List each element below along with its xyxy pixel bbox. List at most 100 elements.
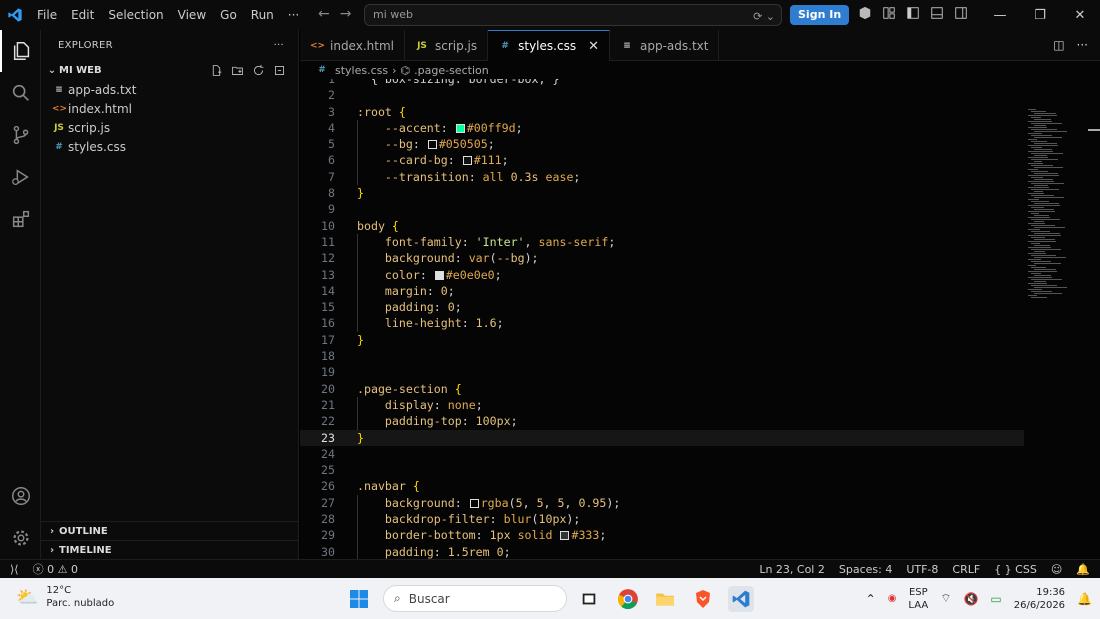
taskbar-search[interactable]: ⌕ Buscar [383,585,567,612]
code-line[interactable]: 21 display: none; [300,396,1024,414]
encoding[interactable]: UTF-8 [906,563,938,576]
code-line[interactable]: 3:root { [300,104,1024,120]
search-icon[interactable] [0,72,41,114]
run-debug-icon[interactable] [0,156,41,198]
code-editor[interactable]: 1 { box-sizing: border-box; } 2 3:root {4 … [300,79,1024,559]
breadcrumb-file[interactable]: styles.css [335,64,388,77]
code-line[interactable]: 12 background: var(--bg); [300,250,1024,267]
tab-styles-css[interactable]: # styles.css ✕ [488,30,610,61]
chrome-icon[interactable] [615,586,641,612]
sign-in-button[interactable]: Sign In [790,5,850,25]
code-line[interactable]: 1 { box-sizing: border-box; } [300,79,1024,87]
battery-icon[interactable]: ▭ [990,592,1001,606]
tab-scrip-js[interactable]: JS scrip.js [405,30,489,61]
file-item[interactable]: JS scrip.js [41,118,298,137]
refresh-icon[interactable] [252,64,265,77]
command-center-search[interactable]: mi web ⟳ ⌄ [364,4,782,26]
menu-more[interactable]: ··· [281,0,306,30]
code-line[interactable]: 30 padding: 1.5rem 0; [300,543,1024,559]
vscode-taskbar-icon[interactable] [728,586,754,612]
task-view-icon[interactable] [576,586,602,612]
indentation[interactable]: Spaces: 4 [839,563,892,576]
code-line[interactable]: 24 [300,446,1024,462]
minimap-slider[interactable] [1088,129,1100,131]
code-line[interactable]: 15 padding: 0; [300,299,1024,316]
cursor-position[interactable]: Ln 23, Col 2 [759,563,825,576]
menu-view[interactable]: View [171,0,213,30]
weather-widget[interactable]: ⛅ 12°C Parc. nublado [16,584,114,610]
menu-selection[interactable]: Selection [101,0,170,30]
menu-file[interactable]: File [30,0,64,30]
code-line[interactable]: 22 padding-top: 100px; [300,413,1024,430]
code-line[interactable]: 6 --card-bg: #111; [300,152,1024,169]
code-line[interactable]: 2 [300,87,1024,103]
layout-customize-icon[interactable] [882,6,896,20]
workspace-folder[interactable]: ⌄ MI WEB [41,60,298,80]
remote-icon[interactable]: ⟩⟨ [10,563,19,576]
code-line[interactable]: 26 .navbar { [300,478,1024,494]
minimize-icon[interactable]: — [980,0,1020,30]
timeline-section[interactable]: › TIMELINE [41,540,299,559]
code-line[interactable]: 18 [300,348,1024,364]
accounts-icon[interactable] [0,475,41,517]
minimap[interactable] [1024,79,1100,559]
language-mode[interactable]: { } CSS [994,563,1037,576]
code-line[interactable]: 5 --bg: #050505; [300,136,1024,153]
copilot-chevron-icon[interactable]: ⟳ ⌄ [753,7,775,27]
input-language[interactable]: ESP LAA [908,586,928,612]
file-item[interactable]: ≡ app-ads.txt [41,80,298,99]
close-window-icon[interactable]: ✕ [1060,0,1100,30]
security-icon[interactable]: ◉ [888,593,897,604]
source-control-icon[interactable] [0,114,41,156]
code-line[interactable]: 7 --transition: all 0.3s ease; [300,168,1024,186]
tab-app-ads-txt[interactable]: ≡ app-ads.txt [610,30,720,61]
line-ending[interactable]: CRLF [952,563,980,576]
back-arrow-icon[interactable]: ← [318,6,330,22]
code-line[interactable]: 16 line-height: 1.6; [300,315,1024,332]
menu-go[interactable]: Go [213,0,244,30]
wifi-icon[interactable]: ⌔ [940,591,951,606]
forward-arrow-icon[interactable]: → [340,6,352,22]
extensions-icon[interactable] [0,198,41,240]
code-line[interactable]: 11 font-family: 'Inter', sans-serif; [300,233,1024,251]
menu-edit[interactable]: Edit [64,0,101,30]
code-line[interactable]: 9 [300,201,1024,217]
split-editor-icon[interactable]: ◫ [1053,38,1064,52]
code-line[interactable]: 27 background: rgba(5, 5, 5, 0.95); [300,494,1024,512]
new-folder-icon[interactable] [231,64,244,77]
brave-browser-icon[interactable] [690,586,716,612]
volume-muted-icon[interactable]: 🔇 [963,592,978,606]
explorer-icon[interactable] [0,30,41,72]
code-line[interactable]: 17} [300,332,1024,348]
file-item[interactable]: # styles.css [41,137,298,156]
code-line[interactable]: 25 [300,462,1024,478]
new-file-icon[interactable] [210,64,223,77]
code-line[interactable]: 4 --accent: #00ff9d; [300,119,1024,137]
code-line[interactable]: 20 .page-section { [300,381,1024,397]
code-line[interactable]: 29 border-bottom: 1px solid #333; [300,527,1024,544]
code-line[interactable]: 14 margin: 0; [300,282,1024,300]
code-line[interactable]: 23} [300,429,1024,446]
code-line[interactable]: 28 backdrop-filter: blur(10px); [300,511,1024,528]
notifications-bell-icon[interactable]: 🔔 [1076,563,1090,576]
restore-icon[interactable]: ❐ [1020,0,1060,30]
clock[interactable]: 19:36 26/6/2026 [1014,586,1065,612]
windows-start-icon[interactable] [346,586,372,612]
copilot-status-icon[interactable]: ☺ [1051,563,1062,576]
toggle-panel-icon[interactable] [930,6,944,20]
vscode-logo-icon[interactable] [0,0,30,30]
code-line[interactable]: 19 [300,364,1024,380]
explorer-more-icon[interactable]: ··· [274,40,284,51]
toggle-secondary-sidebar-icon[interactable] [954,6,968,20]
tab-close-icon[interactable]: ✕ [588,39,599,54]
manage-gear-icon[interactable] [0,517,41,559]
tab-index-html[interactable]: <> index.html [300,30,405,61]
collapse-all-icon[interactable] [273,64,286,77]
menu-run[interactable]: Run [244,0,281,30]
code-line[interactable]: 8} [300,185,1024,201]
code-line[interactable]: 13 color: #e0e0e0; [300,266,1024,283]
file-explorer-icon[interactable] [652,586,678,612]
breadcrumb-symbol[interactable]: .page-section [414,64,489,77]
outline-section[interactable]: › OUTLINE [41,521,299,540]
problems-indicator[interactable]: ⓧ 0 ⚠ 0 [33,561,78,577]
